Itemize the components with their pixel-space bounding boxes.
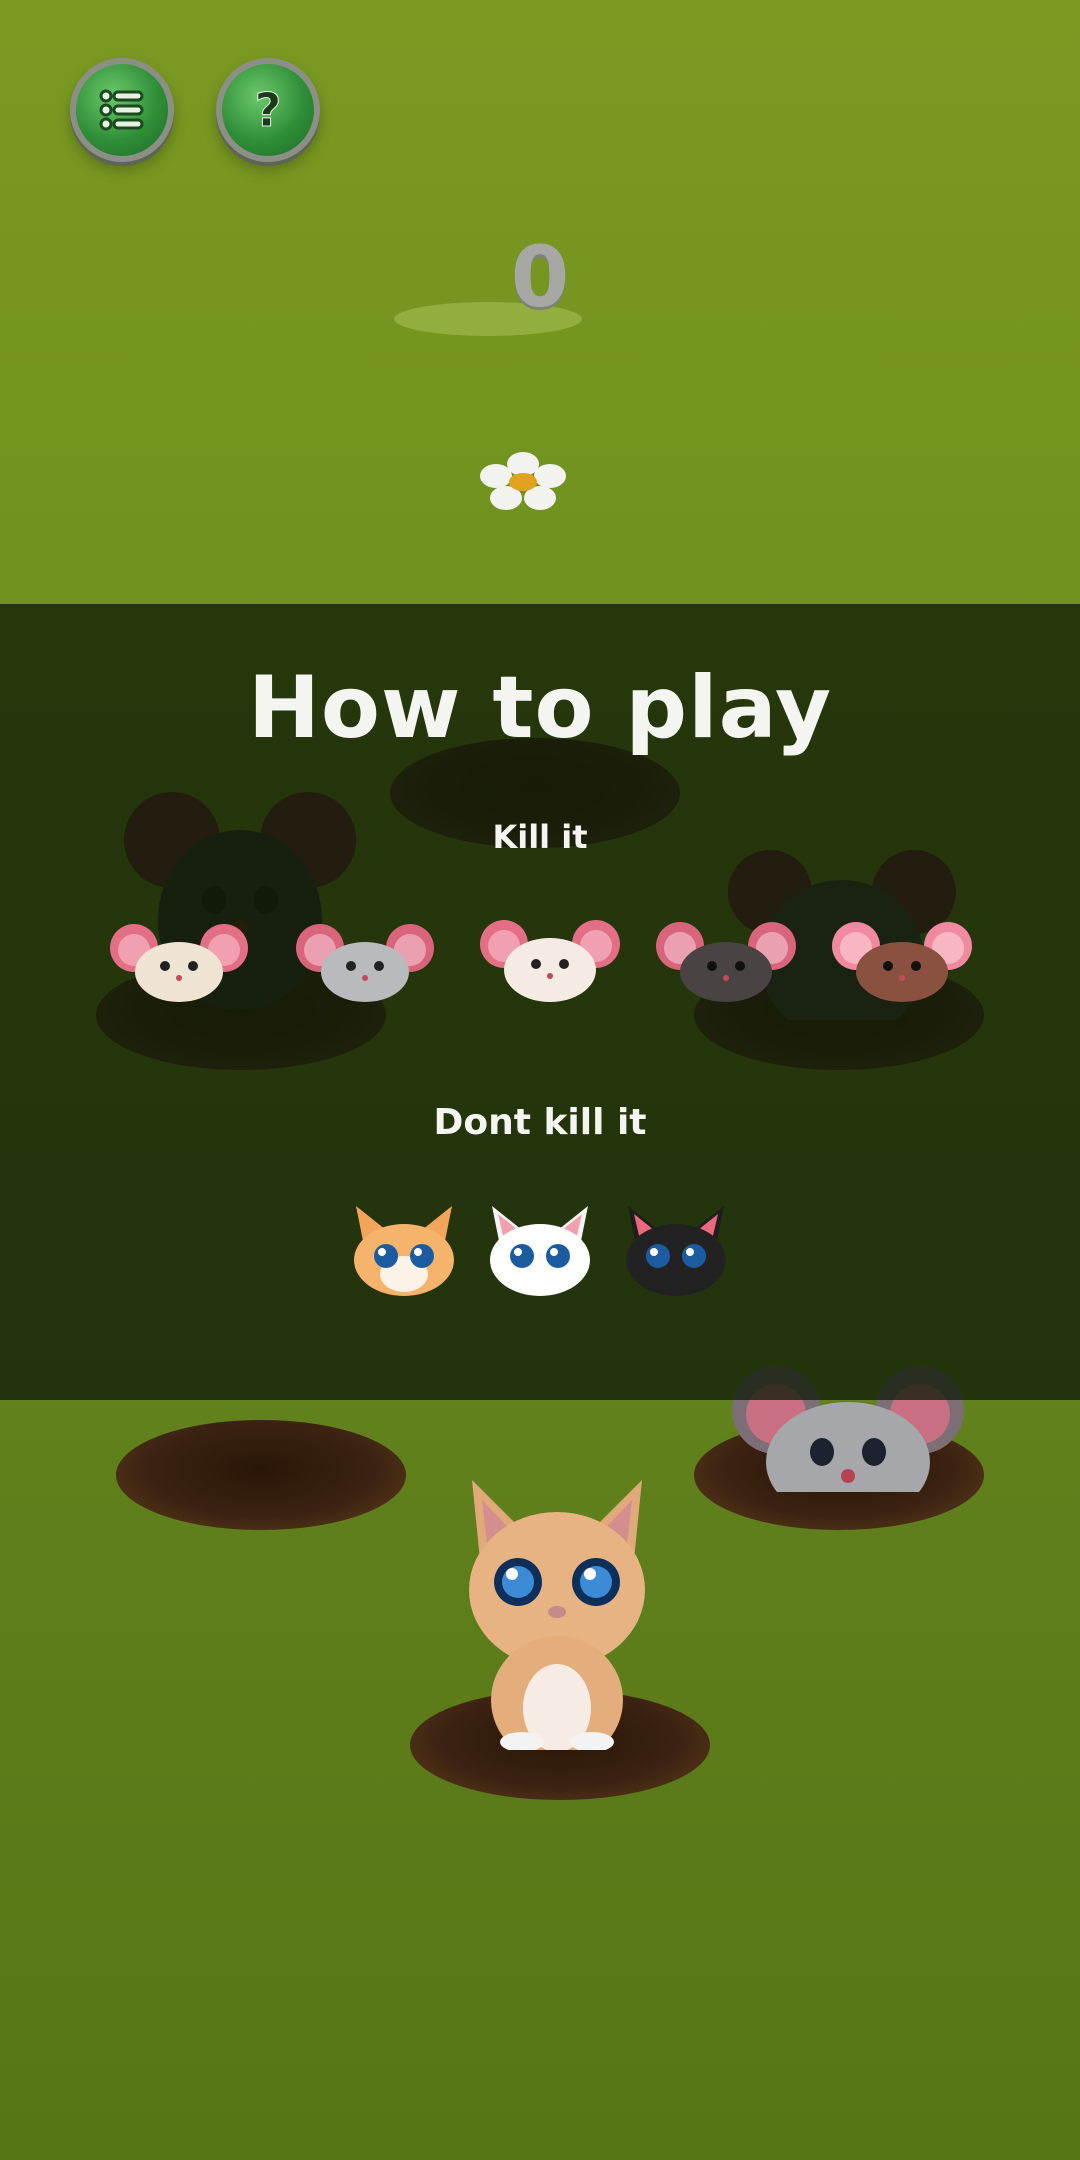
cream-mouse-icon — [110, 924, 248, 1002]
brown-mouse-icon — [832, 922, 972, 1002]
dont-kill-it-label: Dont kill it — [433, 1102, 647, 1143]
cream-mouse-icon — [480, 920, 620, 1002]
menu-button[interactable] — [70, 58, 174, 162]
dark-mouse-icon — [656, 922, 796, 1002]
svg-text:?: ? — [255, 83, 282, 137]
daisy-icon — [480, 452, 566, 510]
question-icon: ? — [254, 83, 282, 138]
orange-cat-icon — [469, 1480, 645, 1750]
how-to-play-title: How to play — [247, 658, 833, 758]
black-cat-icon — [626, 1206, 726, 1296]
hole — [116, 1420, 406, 1530]
white-cat-icon — [490, 1206, 590, 1296]
orange-cat-icon — [354, 1206, 454, 1296]
help-button[interactable]: ? — [216, 58, 320, 162]
kill-it-label: Kill it — [492, 818, 588, 856]
score-value: 0 — [510, 228, 570, 326]
grey-mouse-icon — [296, 924, 434, 1002]
list-icon — [99, 89, 144, 131]
